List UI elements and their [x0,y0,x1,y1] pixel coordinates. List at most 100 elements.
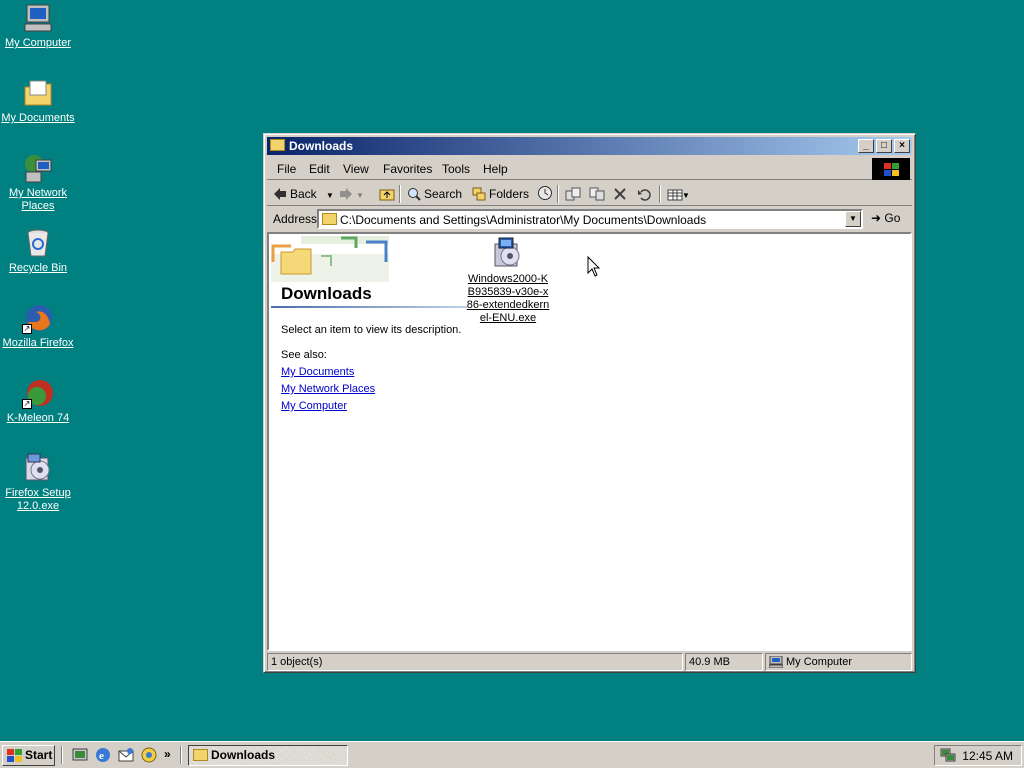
menu-help[interactable]: Help [483,162,508,176]
explorer-window: Downloads _ □ × File Edit View Favorites… [263,133,916,673]
back-arrow-icon [273,187,287,201]
minimize-button[interactable]: _ [858,139,874,153]
address-field[interactable]: C:\Documents and Settings\Administrator\… [317,209,863,229]
see-also-heading: See also: [281,349,327,361]
taskbar-button-downloads[interactable]: Downloads [188,745,348,766]
close-button[interactable]: × [894,139,910,153]
start-button[interactable]: Start [2,745,55,766]
folder-icon [322,213,337,225]
toolbar: Back ▼ ▼ Search Folders ▼ [267,182,912,206]
status-bar: 1 object(s) 40.9 MB My Computer [267,653,912,671]
back-label: Back [290,187,317,201]
link-my-documents[interactable]: My Documents [281,366,354,378]
menu-file[interactable]: File [277,162,296,176]
pane-divider [271,306,467,308]
pane-title: Downloads [281,284,372,303]
address-label: Address [273,212,318,226]
quick-launch-overflow-icon[interactable]: » [164,747,180,763]
system-tray: 12:45 AM [934,745,1022,766]
desktop-icon-mozilla-firefox[interactable]: ↗ Mozilla Firefox [0,302,76,350]
folder-icon [270,139,285,151]
media-player-icon[interactable] [141,747,157,763]
desktop-icon-label: My Documents [1,112,75,124]
views-button[interactable]: ▼ [667,185,690,203]
folders-button[interactable]: Folders [472,185,529,203]
copy-to-button[interactable] [589,185,606,203]
clock[interactable]: 12:45 AM [962,749,1013,763]
menu-tools[interactable]: Tools [442,162,470,176]
taskbar-separator [180,746,182,764]
history-icon [537,185,552,200]
desktop-icon-label: K-Meleon 74 [6,412,70,424]
address-value: C:\Documents and Settings\Administrator\… [340,213,707,227]
status-zone: My Computer [765,653,912,671]
toolbar-separator [557,185,559,203]
desktop-icon-label: Firefox Setup 12.0.exe [5,487,71,512]
desktop-icon-my-documents[interactable]: My Documents [0,77,76,125]
desktop-icon-my-computer[interactable]: My Computer [0,2,76,50]
address-dropdown-button[interactable]: ▼ [845,211,861,227]
network-tray-icon[interactable] [940,748,956,762]
shortcut-arrow-icon: ↗ [22,324,32,334]
forward-arrow-icon [339,187,353,201]
toolbar-separator [659,185,661,203]
undo-icon [637,187,651,201]
search-label: Search [424,187,463,201]
installer-file-icon [491,236,525,270]
taskbar-separator [61,746,63,764]
delete-icon [613,187,627,201]
menu-favorites[interactable]: Favorites [383,162,432,176]
go-label: Go [884,211,901,225]
taskbar: Start e » Downloads 12:45 AM [0,741,1024,768]
file-item[interactable]: Windows2000-KB935839-v30e-x86-extendedke… [466,236,550,325]
svg-text:e: e [99,750,104,762]
windows-logo-icon [872,158,910,180]
folder-banner-graphic [271,236,389,282]
computer-icon [22,2,54,34]
link-my-computer[interactable]: My Computer [281,400,347,412]
windows-logo-icon [7,749,22,762]
shortcut-arrow-icon: ↗ [22,399,32,409]
views-icon [667,188,683,202]
link-my-network-places[interactable]: My Network Places [281,383,375,395]
search-button[interactable]: Search [407,185,462,203]
menu-bar: File Edit View Favorites Tools Help [267,158,912,180]
pane-description: Select an item to view its description. [281,324,462,336]
window-title: Downloads [289,139,354,153]
desktop-icon-label: Recycle Bin [8,262,68,274]
back-button[interactable]: Back ▼ [273,185,334,203]
menu-edit[interactable]: Edit [309,162,330,176]
show-desktop-icon[interactable] [72,747,88,763]
desktop-icon-label: My Network Places [8,187,68,212]
move-to-icon [565,187,581,201]
taskbar-button-label: Downloads [211,748,276,762]
forward-button[interactable]: ▼ [339,185,364,203]
internet-explorer-icon[interactable]: e [95,747,111,763]
folders-icon [472,187,486,201]
desktop-icon-recycle-bin[interactable]: Recycle Bin [0,227,76,275]
menu-view[interactable]: View [343,162,369,176]
outlook-express-icon[interactable] [118,747,134,763]
move-to-button[interactable] [565,185,582,203]
desktop-icon-my-network-places[interactable]: My Network Places [0,152,76,213]
maximize-button[interactable]: □ [876,139,892,153]
start-label: Start [25,748,53,762]
desktop-icon-firefox-setup[interactable]: Firefox Setup 12.0.exe [0,452,76,513]
go-button[interactable]: ➜ Go [871,211,900,225]
copy-to-icon [589,187,605,201]
network-icon [22,152,54,184]
delete-button[interactable] [613,185,630,203]
folder-icon [193,749,208,761]
installer-icon [22,452,54,484]
desktop-icon-label: My Computer [4,37,72,49]
status-object-count: 1 object(s) [267,653,683,671]
history-button[interactable] [537,185,554,203]
go-arrow-icon: ➜ [871,211,882,225]
title-bar[interactable]: Downloads _ □ × [267,137,912,155]
undo-button[interactable] [637,185,654,203]
desktop-icon-label: Mozilla Firefox [2,337,74,349]
up-folder-button[interactable] [379,185,396,203]
toolbar-separator [399,185,401,203]
back-dropdown-icon[interactable]: ▼ [326,191,334,200]
desktop-icon-k-meleon[interactable]: ↗ K-Meleon 74 [0,377,76,425]
